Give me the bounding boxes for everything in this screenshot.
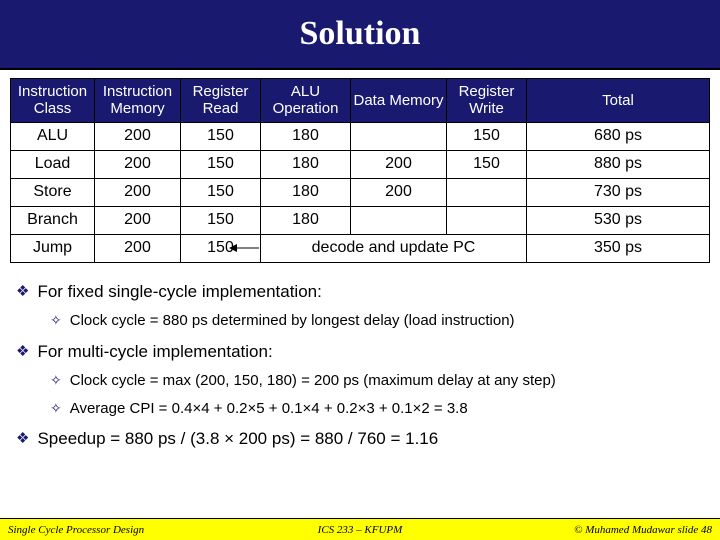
footer-center: ICS 233 – KFUPM	[318, 524, 403, 536]
cell: 150	[447, 122, 527, 150]
diamond-icon: ❖	[16, 428, 29, 451]
bullet-lvl2: ✧ Average CPI = 0.4×4 + 0.2×5 + 0.1×4 + …	[50, 399, 704, 419]
cell: 200	[95, 122, 181, 150]
cell: 180	[261, 150, 351, 178]
slide-title: Solution	[300, 15, 421, 53]
cell: 530 ps	[527, 206, 710, 234]
col-header: ALU Operation	[261, 79, 351, 123]
cell: 150	[181, 122, 261, 150]
bullet-text: Clock cycle = max (200, 150, 180) = 200 …	[70, 371, 556, 391]
bullet-lvl1: ❖ For multi-cycle implementation:	[16, 341, 704, 364]
cell: 200	[95, 150, 181, 178]
table-row: Store 200 150 180 200 730 ps	[11, 178, 710, 206]
cell: 150	[447, 150, 527, 178]
bullet-lvl1: ❖ Speedup = 880 ps / (3.8 × 200 ps) = 88…	[16, 428, 704, 451]
table-row: Load 200 150 180 200 150 880 ps	[11, 150, 710, 178]
cell: 680 ps	[527, 122, 710, 150]
table-container: Instruction Class Instruction Memory Reg…	[0, 70, 720, 267]
cell: 150	[181, 178, 261, 206]
cell: Store	[11, 178, 95, 206]
footer-right: © Muhamed Mudawar slide 48	[574, 524, 712, 536]
cell	[351, 206, 447, 234]
cell: 150	[181, 150, 261, 178]
col-header: Instruction Memory	[95, 79, 181, 123]
diamond-small-icon: ✧	[50, 371, 62, 391]
diamond-small-icon: ✧	[50, 399, 62, 419]
diamond-icon: ❖	[16, 341, 29, 364]
bullet-text: Clock cycle = 880 ps determined by longe…	[70, 311, 515, 331]
decode-text: decode and update PC	[312, 239, 476, 256]
cell: 350 ps	[527, 234, 710, 262]
cell: 150	[181, 206, 261, 234]
cell: ALU	[11, 122, 95, 150]
cell: 200	[351, 178, 447, 206]
cell: 200	[95, 206, 181, 234]
col-header: Register Write	[447, 79, 527, 123]
table-row: Branch 200 150 180 530 ps	[11, 206, 710, 234]
cell: 880 ps	[527, 150, 710, 178]
cell: 730 ps	[527, 178, 710, 206]
cell	[351, 122, 447, 150]
diamond-icon: ❖	[16, 281, 29, 304]
cell	[447, 178, 527, 206]
arrow-icon	[229, 242, 259, 254]
body-content: ❖ For fixed single-cycle implementation:…	[0, 267, 720, 451]
col-header: Total	[527, 79, 710, 123]
footer-left: Single Cycle Processor Design	[8, 524, 144, 536]
decode-cell: decode and update PC	[261, 234, 527, 262]
bullet-text: Average CPI = 0.4×4 + 0.2×5 + 0.1×4 + 0.…	[70, 399, 468, 419]
bullet-text: Speedup = 880 ps / (3.8 × 200 ps) = 880 …	[37, 428, 438, 451]
table-row: Jump 200 150 decode and update PC 350 ps	[11, 234, 710, 262]
table-row: ALU 200 150 180 150 680 ps	[11, 122, 710, 150]
col-header: Instruction Class	[11, 79, 95, 123]
slide-footer: Single Cycle Processor Design ICS 233 – …	[0, 518, 720, 540]
cell: 200	[95, 234, 181, 262]
col-header: Register Read	[181, 79, 261, 123]
cell: Load	[11, 150, 95, 178]
bullet-lvl1: ❖ For fixed single-cycle implementation:	[16, 281, 704, 304]
col-header: Data Memory	[351, 79, 447, 123]
diamond-small-icon: ✧	[50, 311, 62, 331]
cell	[447, 206, 527, 234]
cell: Branch	[11, 206, 95, 234]
timing-table: Instruction Class Instruction Memory Reg…	[10, 78, 710, 263]
cell: 200	[351, 150, 447, 178]
bullet-text: For multi-cycle implementation:	[37, 341, 272, 364]
bullet-text: For fixed single-cycle implementation:	[37, 281, 321, 304]
cell: 180	[261, 206, 351, 234]
cell: 200	[95, 178, 181, 206]
bullet-lvl2: ✧ Clock cycle = 880 ps determined by lon…	[50, 311, 704, 331]
cell: Jump	[11, 234, 95, 262]
bullet-lvl2: ✧ Clock cycle = max (200, 150, 180) = 20…	[50, 371, 704, 391]
cell: 180	[261, 122, 351, 150]
title-band: Solution	[0, 0, 720, 70]
cell: 180	[261, 178, 351, 206]
table-header-row: Instruction Class Instruction Memory Reg…	[11, 79, 710, 123]
